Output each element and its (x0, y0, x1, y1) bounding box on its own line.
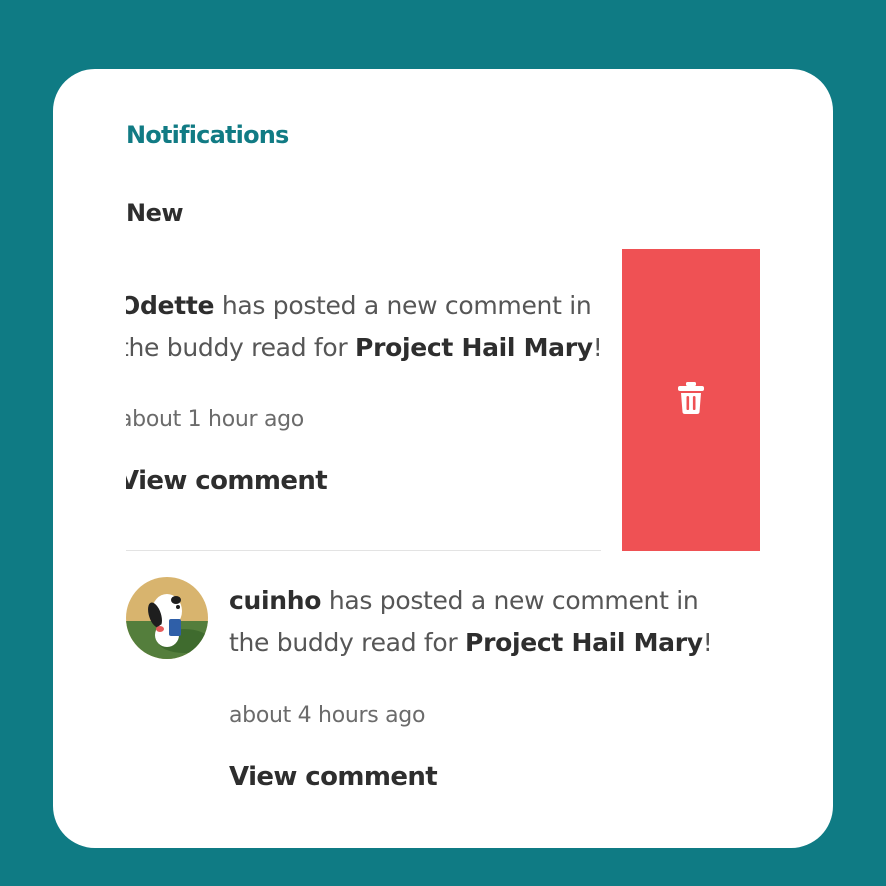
notification-book: Project Hail Mary (465, 628, 703, 657)
notification-time: about 4 hours ago (229, 703, 426, 728)
notification-item-swiped[interactable]: Odette has posted a new comment in the b… (126, 249, 606, 552)
notification-message: cuinho has posted a new comment in the b… (229, 580, 729, 664)
notification-time: about 1 hour ago (126, 407, 304, 432)
notification-suffix: ! (702, 628, 713, 657)
view-comment-link[interactable]: View comment (126, 466, 328, 496)
notifications-panel: Notifications New Odette has posted a ne… (53, 69, 833, 848)
notification-suffix: ! (592, 333, 603, 362)
section-label-new: New (126, 199, 184, 227)
trash-icon (676, 381, 706, 419)
notification-item[interactable]: cuinho has posted a new comment in the b… (126, 577, 833, 837)
panel-content: Notifications New Odette has posted a ne… (126, 69, 833, 848)
notification-divider (126, 550, 601, 551)
view-comment-link[interactable]: View comment (229, 762, 438, 792)
delete-notification-button[interactable] (622, 249, 760, 551)
panel-title: Notifications (126, 121, 289, 149)
avatar (126, 577, 208, 659)
notification-user: Odette (126, 291, 215, 320)
notification-book: Project Hail Mary (355, 333, 593, 362)
notification-message: Odette has posted a new comment in the b… (126, 285, 619, 369)
notification-user: cuinho (229, 586, 322, 615)
